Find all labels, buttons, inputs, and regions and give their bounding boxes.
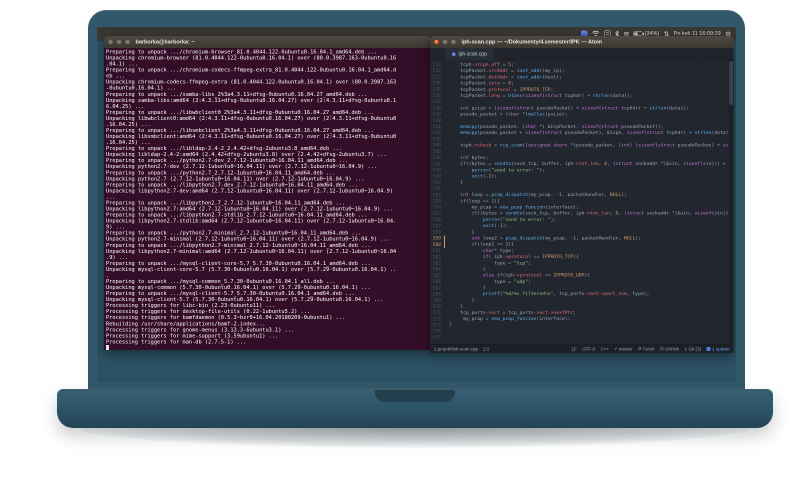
- vertical-scrollbar[interactable]: [728, 60, 734, 344]
- scrollbar-thumb[interactable]: [729, 61, 733, 105]
- status-cursor-position[interactable]: 1:1: [483, 346, 489, 351]
- status-line-ending[interactable]: LF: [571, 346, 576, 351]
- code-editor[interactable]: 531 532 533 534 535 536 537 538 539 540 541 542 543 5…: [430, 60, 734, 344]
- update-icon: [706, 346, 711, 351]
- terminal-line: Preparing to unpack .../chromium-codecs-…: [106, 67, 397, 74]
- status-file-path[interactable]: 2.projekt/iph-scan.cpp: [434, 346, 478, 351]
- terminal-line: Unpacking libpython2.7-minimal:amd64 (2.…: [106, 248, 397, 255]
- laptop-mockup: ✉ (34%) ⇅ Po kvě 11 16:09:29 ⚙ barborka@…: [0, 0, 800, 477]
- terminal-line: Unpacking mysql-client-core-5.7 (5.7.30-…: [106, 266, 397, 273]
- github-icon: [659, 347, 664, 351]
- terminal-titlebar[interactable]: barborka@barborka: ~: [104, 36, 431, 48]
- line-number-gutter: 531 532 533 534 535 536 537 538 539 540 541 542 543 5…: [430, 62, 445, 341]
- terminal-line: Unpacking libpython2.7-dev:amd64 (2.7.12…: [106, 187, 394, 194]
- terminal-line: Unpacking libwbclient0:amd64 (2:4.3.11+d…: [106, 115, 397, 122]
- maximize-button[interactable]: [125, 39, 130, 45]
- status-grammar[interactable]: C++: [600, 346, 609, 351]
- laptop-base: [57, 389, 773, 428]
- terminal-line: Unpacking libsmbclient:amd64 (2:4.3.11+d…: [106, 133, 397, 140]
- terminal-output[interactable]: Preparing to unpack .../chromium-browser…: [104, 48, 431, 350]
- close-button[interactable]: [108, 39, 113, 45]
- fetch-icon: ⟳: [637, 346, 642, 351]
- atom-tabbar: iph-scan.cpp: [430, 48, 734, 60]
- status-git-changes[interactable]: ± Git (3): [684, 346, 700, 351]
- status-update[interactable]: 1 update: [706, 346, 730, 351]
- desktop[interactable]: ✉ (34%) ⇅ Po kvě 11 16:09:29 ⚙ barborka@…: [97, 27, 736, 382]
- branch-icon: ⑂: [614, 346, 618, 352]
- atom-statusbar: 2.projekt/iph-scan.cpp 1:1 LF UTF-8 C++ …: [430, 344, 734, 353]
- terminal-line: Unpacking chromium-browser (81.0.4044.12…: [106, 55, 397, 62]
- laptop-lid-notch: [375, 390, 455, 402]
- terminal-line: Unpacking libpython2.7-stdlib:amd64 (2.7…: [106, 218, 397, 225]
- status-fetch[interactable]: ⟳ Fetch: [638, 346, 655, 352]
- git-icon: ±: [684, 346, 687, 352]
- status-encoding[interactable]: UTF-8: [582, 346, 595, 351]
- terminal-line: Unpacking python2.7-minimal (2.7.12-1ubu…: [106, 236, 390, 243]
- maximize-button[interactable]: [451, 39, 456, 45]
- code-line: memcpy(pseudo_packet + sizeof(struct pse…: [460, 130, 734, 136]
- minimize-button[interactable]: [442, 39, 448, 45]
- tab-iph-scan-cpp[interactable]: iph-scan.cpp: [445, 48, 494, 60]
- code-line: tcph->check = tcp_csum((unsigned short *…: [449, 142, 733, 149]
- atom-window: iph-scan.cpp — ~/Dokumenty/4.semester/IP…: [430, 36, 734, 353]
- atom-title: iph-scan.cpp — ~/Dokumenty/4.semester/IP…: [461, 39, 603, 45]
- minimize-button[interactable]: [116, 39, 122, 45]
- status-github[interactable]: GitHub: [659, 346, 679, 351]
- close-button[interactable]: [434, 39, 439, 45]
- terminal-window: barborka@barborka: ~ Preparing to unpack…: [104, 36, 431, 350]
- terminal-cursor: [106, 344, 109, 350]
- terminal-line: Unpacking samba-libs:amd64 (2:4.3.11+dfs…: [106, 97, 397, 104]
- terminal-title: barborka@barborka: ~: [135, 39, 195, 45]
- tab-label: iph-scan.cpp: [458, 51, 487, 57]
- modified-dot-icon: [452, 52, 456, 56]
- atom-titlebar[interactable]: iph-scan.cpp — ~/Dokumenty/4.semester/IP…: [430, 36, 734, 48]
- laptop-screen: ✉ (34%) ⇅ Po kvě 11 16:09:29 ⚙ barborka@…: [88, 10, 745, 389]
- code-lines[interactable]: tcph->tcph_off = 5; tcpPacket.srcAddr = …: [445, 62, 734, 341]
- status-git-branch[interactable]: ⑂ master: [614, 346, 632, 351]
